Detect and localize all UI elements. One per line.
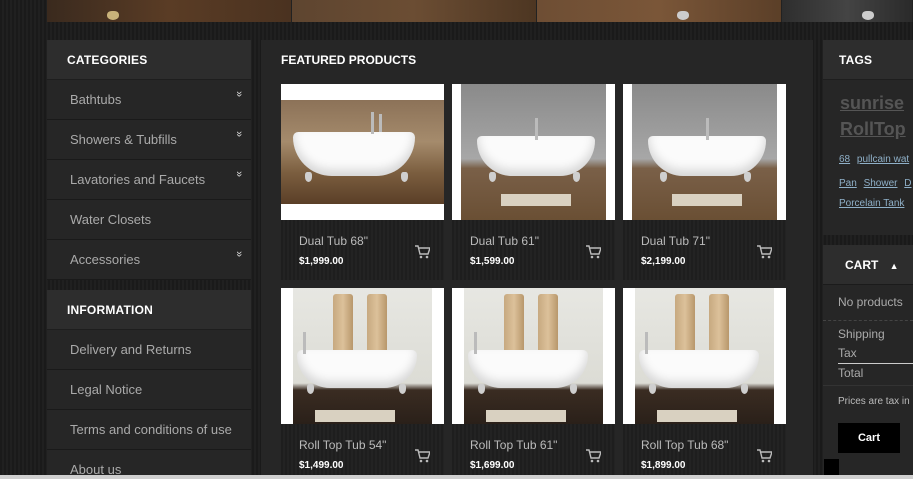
tag-link[interactable]: 68 [839,154,850,165]
cart-tax-label: Tax [838,346,857,360]
category-label: Lavatories and Faucets [70,172,206,187]
product-image[interactable] [452,288,615,424]
tags-title: TAGS [823,40,913,80]
category-item-lavatories[interactable]: Lavatories and Faucets » [47,160,251,200]
add-to-cart-icon[interactable] [414,245,431,264]
info-link-delivery[interactable]: Delivery and Returns [47,330,251,370]
cart-empty-text: No products [823,285,913,321]
cart-block: CART ▲ No products Shipping Tax Total Pr… [823,245,913,479]
product-card[interactable]: Dual Tub 71" $2,199.00 [623,84,786,280]
tag-link[interactable]: Porcelain Tank [839,198,904,209]
tags-block: TAGS sunrise RollTop 68 pullcain wat Pan… [823,40,913,235]
product-image[interactable] [281,84,444,220]
add-to-cart-icon[interactable] [585,449,602,468]
info-link-label: Legal Notice [70,382,143,397]
add-to-cart-icon[interactable] [756,245,773,264]
product-card[interactable]: Dual Tub 68" $1,999.00 [281,84,444,280]
product-card[interactable]: Roll Top Tub 68" $1,899.00 [623,288,786,479]
cart-button[interactable]: Cart [838,423,900,453]
tag-row: Pan Shower D [823,174,913,194]
categories-title: CATEGORIES [47,40,251,80]
product-card[interactable]: Roll Top Tub 54" $1,499.00 [281,288,444,479]
expand-icon[interactable]: » [225,171,253,177]
tag-link[interactable]: D [904,178,911,189]
product-name[interactable]: Dual Tub 61" [452,220,615,248]
banner-image [782,0,913,22]
product-name[interactable]: Dual Tub 68" [281,220,444,248]
tag-link[interactable]: RollTop [823,116,913,142]
left-column: CATEGORIES Bathtubs » Showers & Tubfills… [47,40,251,479]
expand-icon[interactable]: » [225,131,253,137]
category-item-showers[interactable]: Showers & Tubfills » [47,120,251,160]
banner-image [292,0,537,22]
add-to-cart-icon[interactable] [585,245,602,264]
product-grid: Dual Tub 68" $1,999.00 Dual Tub 61" $1,5… [281,84,801,479]
top-banner [47,0,913,22]
product-image[interactable] [623,84,786,220]
category-label: Bathtubs [70,92,122,107]
caret-up-icon[interactable]: ▲ [890,261,899,271]
cart-shipping-label: Shipping [838,327,885,341]
right-column: TAGS sunrise RollTop 68 pullcain wat Pan… [823,40,913,479]
product-name[interactable]: Roll Top Tub 68" [623,424,786,452]
cart-total-label: Total [838,363,913,383]
category-item-water-closets[interactable]: Water Closets [47,200,251,240]
category-label: Water Closets [70,212,152,227]
category-item-bathtubs[interactable]: Bathtubs » [47,80,251,120]
info-link-label: Delivery and Returns [70,342,192,357]
product-name[interactable]: Roll Top Tub 54" [281,424,444,452]
info-link-legal[interactable]: Legal Notice [47,370,251,410]
category-label: Showers & Tubfills [70,132,177,147]
tag-link[interactable]: sunrise [823,90,913,116]
category-label: Accessories [70,252,141,267]
tag-link[interactable]: pullcain wat [857,154,909,165]
product-name[interactable]: Dual Tub 71" [623,220,786,248]
featured-title: FEATURED PRODUCTS [281,53,417,67]
expand-icon[interactable]: » [225,91,253,97]
info-link-label: Terms and conditions of use [70,422,232,437]
cart-title: CART [845,258,879,272]
cart-header[interactable]: CART ▲ [823,245,913,285]
product-name[interactable]: Roll Top Tub 61" [452,424,615,452]
tag-link[interactable]: Shower [864,178,898,189]
product-image[interactable] [281,288,444,424]
add-to-cart-icon[interactable] [756,449,773,468]
banner-image [537,0,782,22]
add-to-cart-icon[interactable] [414,449,431,468]
banner-image [47,0,292,22]
tag-link[interactable]: Pan [839,178,857,189]
product-card[interactable]: Dual Tub 61" $1,599.00 [452,84,615,280]
page-bottom-edge [0,475,913,479]
categories-block: CATEGORIES Bathtubs » Showers & Tubfills… [47,40,251,280]
product-image[interactable] [623,288,786,424]
featured-products: FEATURED PRODUCTS Dual Tub 68" $1,999.00 [261,40,813,479]
expand-icon[interactable]: » [225,251,253,257]
info-link-terms[interactable]: Terms and conditions of use [47,410,251,450]
tag-row: 68 pullcain wat [823,150,913,170]
product-image[interactable] [452,84,615,220]
cart-tax-note: Prices are tax in [823,385,913,417]
product-card[interactable]: Roll Top Tub 61" $1,699.00 [452,288,615,479]
information-block: INFORMATION Delivery and Returns Legal N… [47,290,251,479]
category-item-accessories[interactable]: Accessories » [47,240,251,280]
tag-row: Porcelain Tank [823,194,913,214]
information-title: INFORMATION [47,290,251,330]
